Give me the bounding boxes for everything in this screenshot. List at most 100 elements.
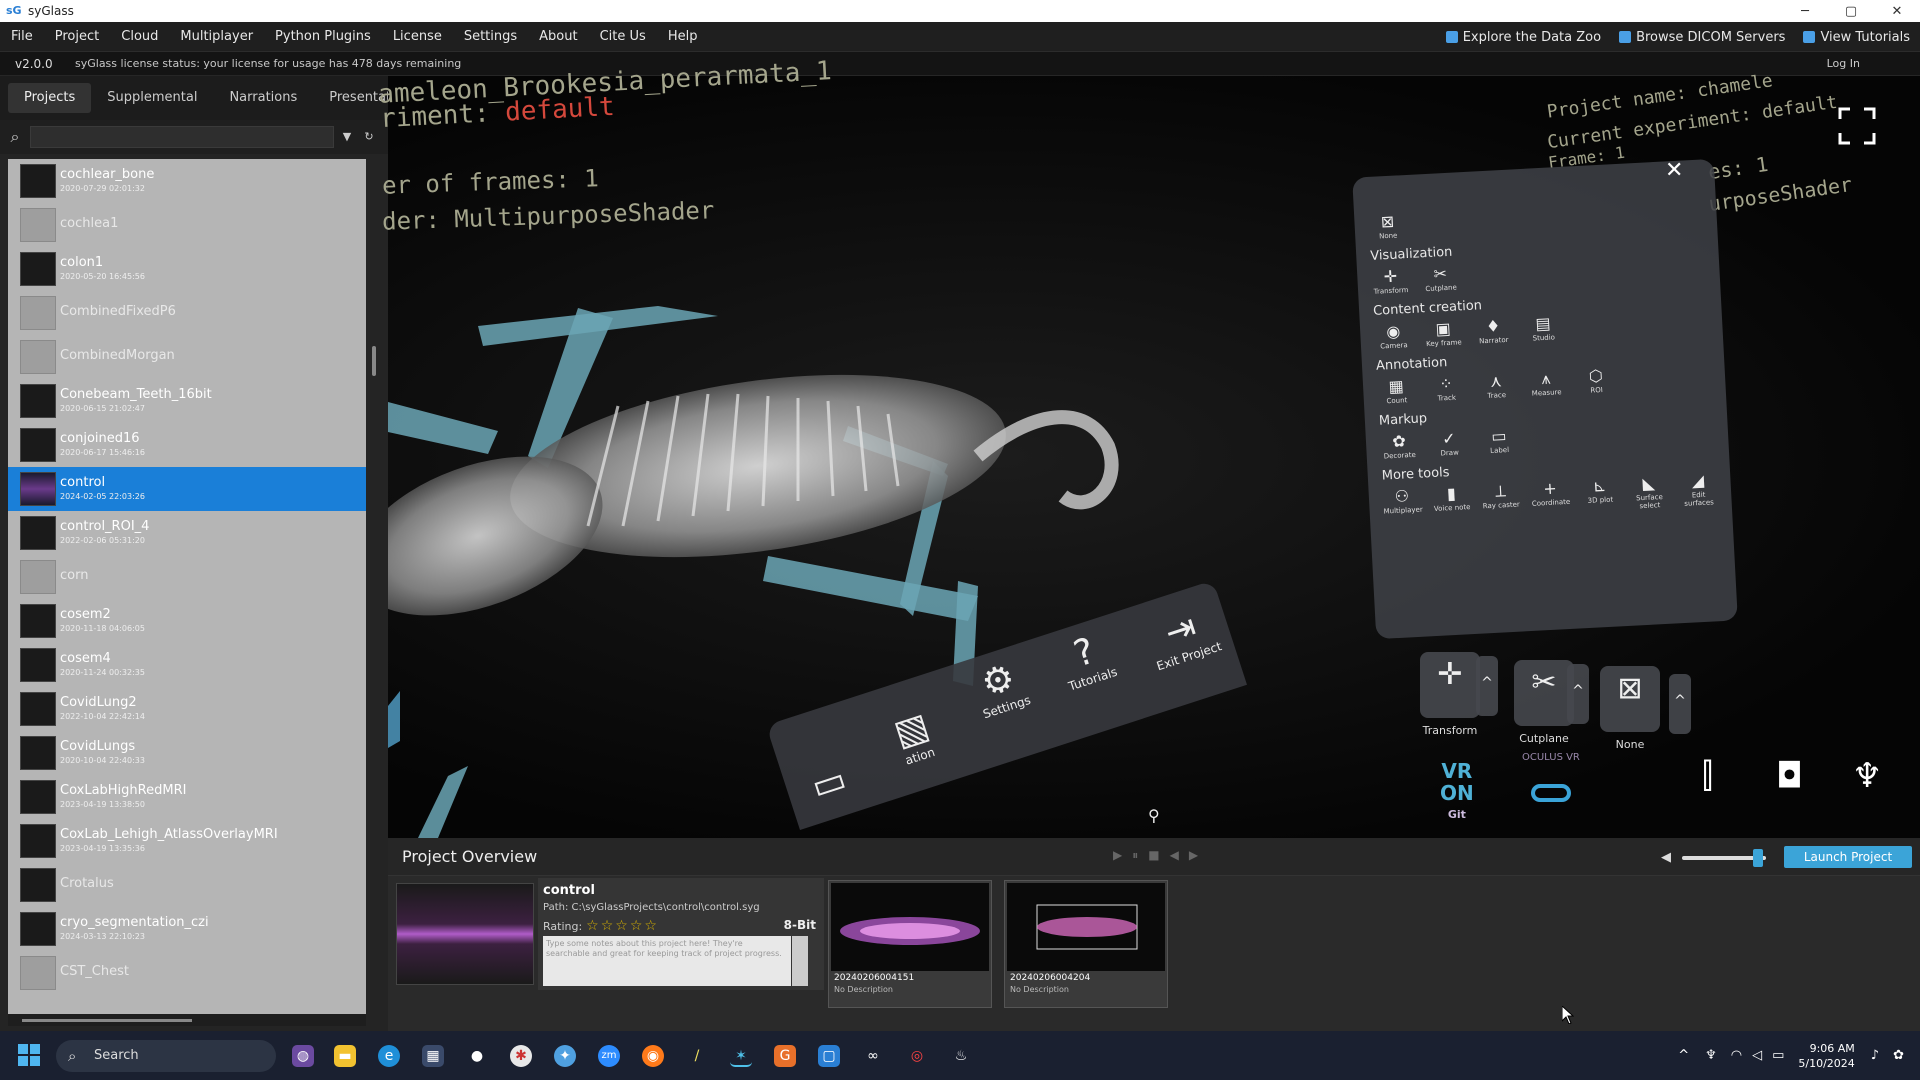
vr-toggle-pill[interactable] — [1531, 784, 1571, 802]
tool-button[interactable]: ✛ Transform — [1371, 266, 1410, 296]
menu-file[interactable]: File — [0, 22, 44, 52]
volume-icon[interactable]: ◀ — [1661, 850, 1671, 865]
windows-start-icon[interactable] — [18, 1044, 40, 1066]
prev-icon[interactable]: ◀ — [1170, 848, 1179, 863]
tool-button[interactable]: ◣ Surface select — [1630, 473, 1669, 511]
menu-multiplayer[interactable]: Multiplayer — [169, 22, 264, 52]
stop-icon[interactable]: ■ — [1148, 848, 1159, 863]
pin-icon[interactable]: ⚲ — [1148, 806, 1160, 825]
project-search-input[interactable] — [30, 126, 334, 148]
meta-icon[interactable]: ∞ — [862, 1045, 884, 1067]
project-list-item[interactable]: colon1 2020-05-20 16:45:56 — [8, 247, 366, 291]
tray-chevron-icon[interactable]: ^ — [1678, 1048, 1689, 1063]
vr-on-indicator[interactable]: VR ON Git — [1440, 760, 1474, 826]
project-list-item[interactable]: CovidLung2 2022-10-04 22:42:14 — [8, 687, 366, 731]
tool-button[interactable]: ✓ Draw — [1429, 428, 1468, 458]
dock-exit-project[interactable]: ⇥ Exit Project — [1142, 601, 1224, 673]
project-list-item[interactable]: corn — [8, 555, 366, 599]
pen-app-icon[interactable]: / — [686, 1045, 708, 1067]
tool-none[interactable]: ⊠ None — [1368, 211, 1407, 241]
log-in-button[interactable]: Log In — [1827, 57, 1860, 70]
project-list-item[interactable]: cosem4 2020-11-24 00:32:35 — [8, 643, 366, 687]
dock-projects[interactable]: ▭ — [806, 759, 851, 809]
wifi-icon[interactable]: ◠ — [1731, 1048, 1742, 1063]
rating-stars[interactable]: ☆☆☆☆☆ — [586, 918, 659, 934]
project-list-item[interactable]: CST_Chest — [8, 951, 366, 995]
tool-button[interactable]: ▭ Label — [1479, 425, 1518, 455]
volume-slider-knob[interactable] — [1752, 849, 1763, 867]
menu-project[interactable]: Project — [44, 22, 110, 52]
project-list-item[interactable]: CombinedFixedP6 — [8, 291, 366, 335]
project-list-item[interactable]: CombinedMorgan — [8, 335, 366, 379]
view-tutorials-link[interactable]: View Tutorials — [1803, 30, 1910, 45]
tool-button[interactable]: ♦ Narrator — [1474, 316, 1513, 346]
notification-icon[interactable]: ♪ — [1871, 1048, 1879, 1063]
split-view-icon[interactable]: ⫿ — [1702, 756, 1713, 796]
tool-button[interactable]: ⊾ 3D plot — [1581, 475, 1620, 513]
project-list-item[interactable]: Conebeam_Teeth_16bit 2020-06-15 21:02:47 — [8, 379, 366, 423]
battery-icon[interactable]: ▭ — [1772, 1048, 1784, 1063]
camera-icon[interactable]: ◘ — [1776, 756, 1803, 796]
window-app-icon[interactable]: ▢ — [818, 1045, 840, 1067]
tool-button[interactable]: ⬡ ROI — [1576, 365, 1615, 395]
transform-caret-icon[interactable]: ^ — [1476, 656, 1498, 716]
project-list-item[interactable]: control_ROI_4 2022-02-06 05:31:20 — [8, 511, 366, 555]
tool-button[interactable]: ⚇ Multiplayer — [1382, 486, 1422, 524]
tray-mic-icon[interactable]: ♆ — [1705, 1048, 1717, 1063]
tool-button[interactable]: ▣ Key frame — [1424, 318, 1463, 348]
project-list-item[interactable]: control 2024-02-05 22:03:26 — [8, 467, 366, 511]
taskbar-search[interactable]: ⌕ Search — [56, 1040, 276, 1072]
tool-button[interactable]: ✿ Decorate — [1380, 431, 1419, 461]
tool-button[interactable]: ◢ Edit surfaces — [1679, 470, 1718, 508]
project-list-item[interactable]: CoxLab_Lehigh_AtlassOverlayMRI 2023-04-19… — [8, 819, 366, 863]
tool-button[interactable]: ⋏ Trace — [1477, 371, 1516, 401]
menu-settings[interactable]: Settings — [453, 22, 528, 52]
menu-about[interactable]: About — [528, 22, 588, 52]
project-list-hscrollbar[interactable] — [8, 1014, 366, 1026]
menu-cite-us[interactable]: Cite Us — [589, 22, 657, 52]
fullscreen-icon[interactable] — [1838, 107, 1876, 145]
project-list-item[interactable]: cosem2 2020-11-18 04:06:05 — [8, 599, 366, 643]
zoom-icon[interactable]: zm — [598, 1045, 620, 1067]
project-list-item[interactable]: cochlear_bone 2020-07-29 02:01:32 — [8, 159, 366, 203]
launch-project-button[interactable]: Launch Project — [1784, 846, 1912, 868]
tool-button[interactable]: ✂ Cutplane — [1421, 263, 1460, 293]
menu-cloud[interactable]: Cloud — [110, 22, 169, 52]
project-list-item[interactable]: cryo_segmentation_czi 2024-03-13 22:10:23 — [8, 907, 366, 951]
project-notes-field[interactable]: Type some notes about this project here!… — [543, 936, 791, 986]
play-icon[interactable]: ▶ — [1113, 848, 1122, 863]
notes-scrollbar[interactable] — [792, 936, 808, 986]
refresh-icon[interactable]: ↻ — [360, 127, 378, 147]
next-icon[interactable]: ▶ — [1189, 848, 1198, 863]
slack-icon[interactable]: ✱ — [510, 1045, 532, 1067]
cutplane-caret-icon[interactable]: ^ — [1567, 664, 1589, 724]
tab-supplemental[interactable]: Supplemental — [91, 83, 213, 113]
firefox-icon[interactable]: ◉ — [642, 1045, 664, 1067]
project-list-item[interactable]: conjoined16 2020-06-17 15:46:16 — [8, 423, 366, 467]
project-list-scroll-thumb[interactable] — [372, 346, 376, 376]
edge-icon[interactable]: e — [378, 1045, 400, 1067]
store-icon[interactable]: ▦ — [422, 1045, 444, 1067]
minimize-button[interactable]: ─ — [1782, 0, 1828, 22]
dock-presentation[interactable]: ▧ ation — [889, 705, 938, 768]
syglass-taskbar-icon[interactable]: ✶ — [730, 1045, 752, 1067]
tab-projects[interactable]: Projects — [8, 83, 92, 113]
tool-button[interactable]: ▤ Studio — [1524, 313, 1563, 343]
tool-button[interactable]: ◉ Camera — [1374, 321, 1413, 351]
tool-button[interactable]: ⁘ Track — [1427, 373, 1466, 403]
file-explorer-icon[interactable]: ▬ — [334, 1045, 356, 1067]
snapshot-card[interactable]: 20240206004151 No Description — [828, 880, 992, 1008]
volume-tray-icon[interactable]: ◁ — [1752, 1048, 1762, 1063]
office-icon[interactable]: G — [774, 1045, 796, 1067]
close-window-button[interactable]: ✕ — [1874, 0, 1920, 22]
project-list-scrollbar[interactable] — [370, 159, 380, 1014]
explore-data-zoo-link[interactable]: Explore the Data Zoo — [1445, 30, 1601, 45]
copilot-icon[interactable]: ✿ — [1893, 1048, 1904, 1063]
close-panel-icon[interactable]: ✕ — [1665, 158, 1683, 183]
menu-help[interactable]: Help — [657, 22, 709, 52]
pause-icon[interactable]: ⏸ — [1132, 848, 1138, 863]
dock-settings[interactable]: ⚙ Settings — [969, 655, 1033, 721]
photos-icon[interactable]: ✦ — [554, 1045, 576, 1067]
project-list-item[interactable]: cochlea1 — [8, 203, 366, 247]
project-list-item[interactable]: CoxLabHighRedMRI 2023-04-19 13:38:50 — [8, 775, 366, 819]
